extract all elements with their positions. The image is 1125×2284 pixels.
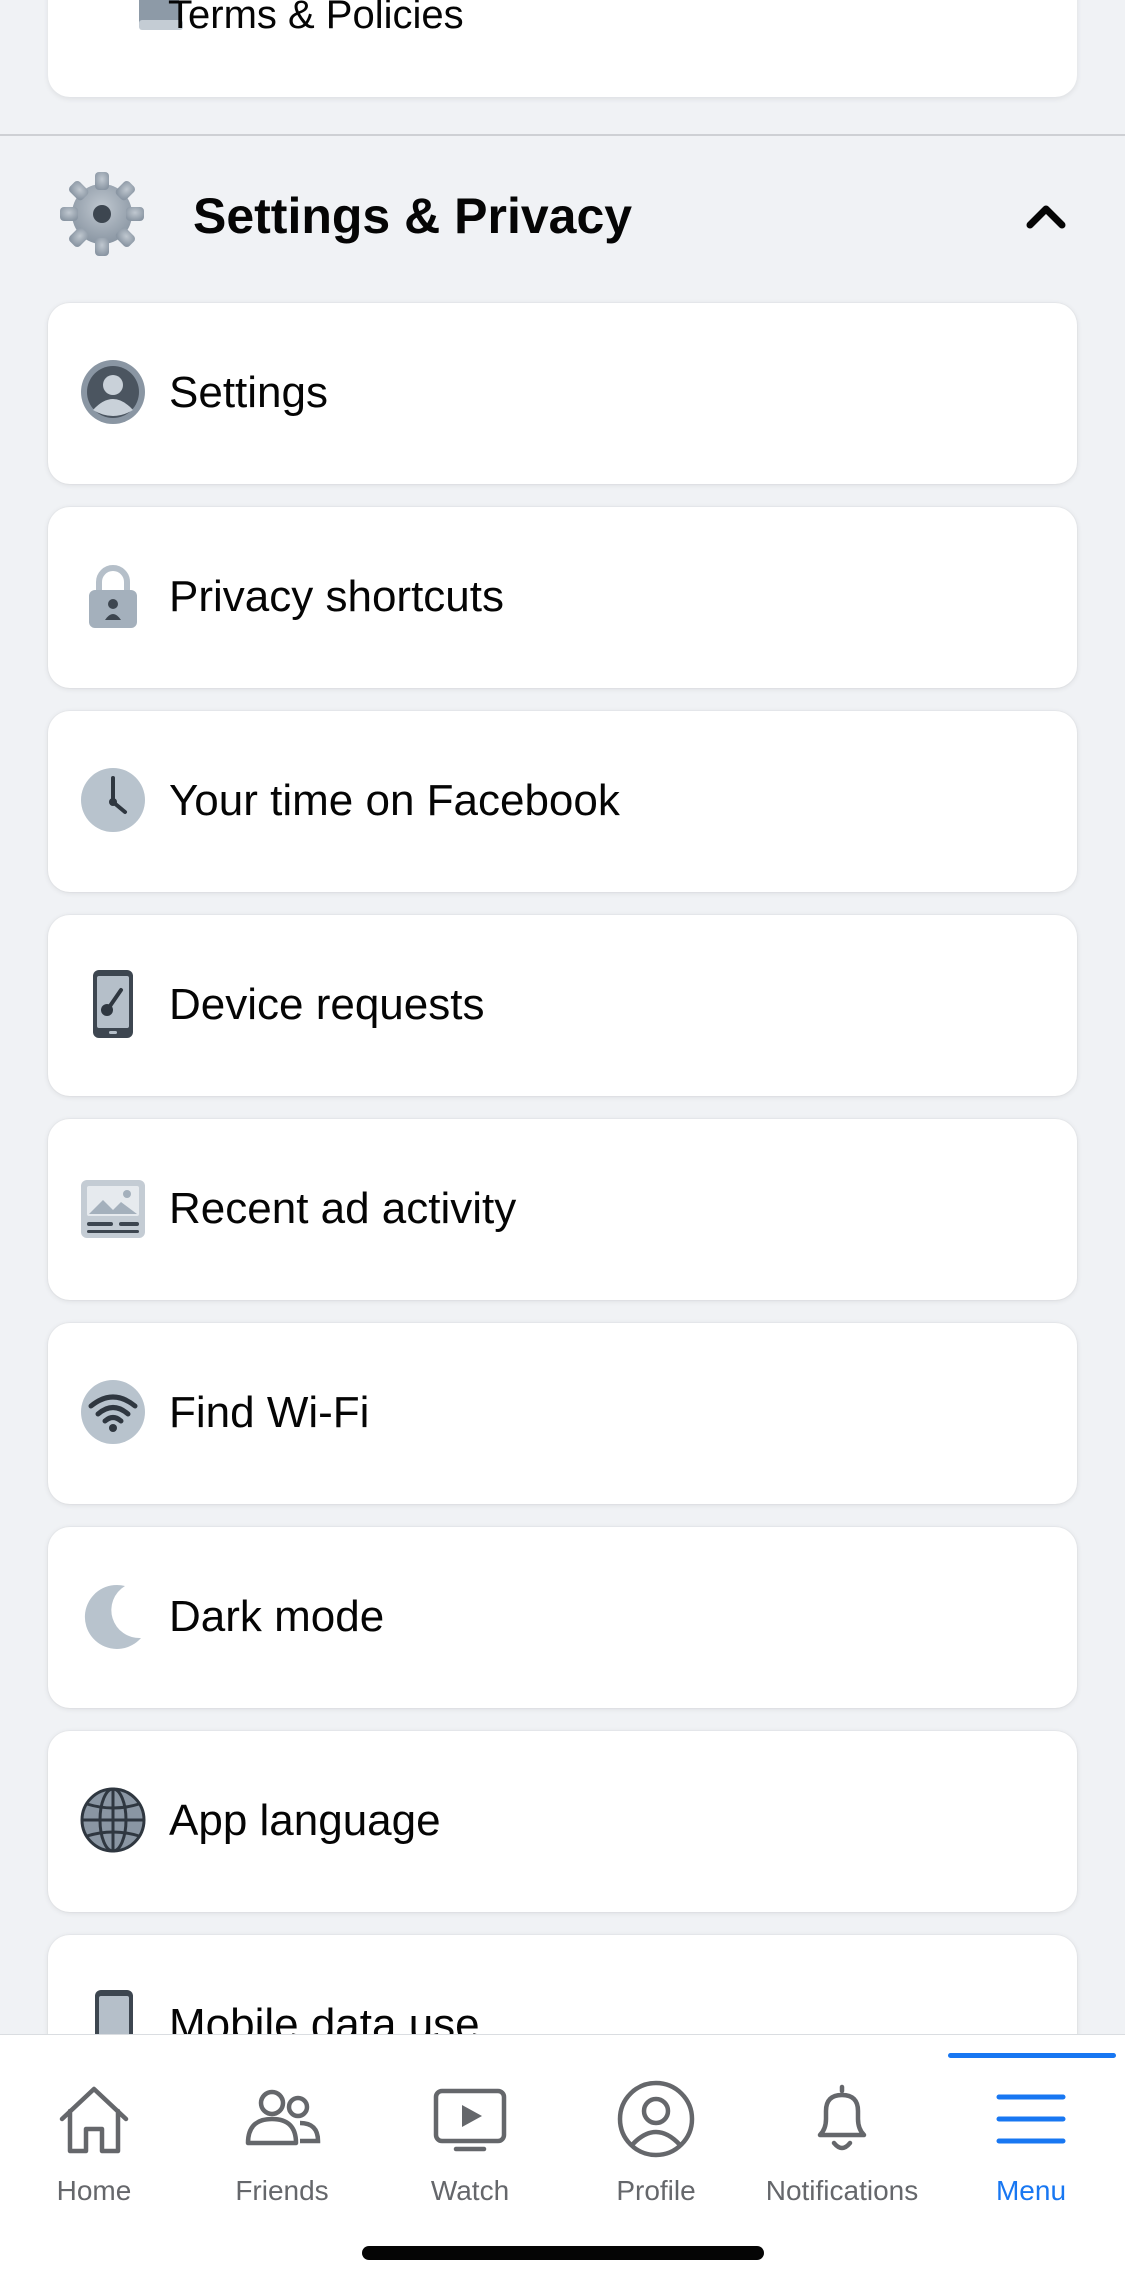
- clock-icon: [81, 768, 145, 832]
- ad-image-icon: [81, 1180, 145, 1238]
- phone-key-icon: [93, 970, 133, 1038]
- menu-item-label: Settings: [169, 368, 328, 417]
- menu-item-label: Recent ad activity: [169, 1184, 517, 1233]
- menu-item-terms-policies[interactable]: Terms & Policies: [48, 0, 1077, 97]
- menu-icon: [996, 2094, 1066, 2144]
- menu-item-settings[interactable]: Settings: [48, 303, 1077, 484]
- watch-icon: [433, 2088, 507, 2152]
- menu-item-find-wifi[interactable]: Find Wi-Fi: [48, 1323, 1077, 1504]
- lock-icon: [89, 565, 137, 628]
- tab-label: Watch: [430, 2175, 510, 2206]
- chevron-up-icon[interactable]: [1022, 195, 1070, 235]
- tab-notifications[interactable]: Notifications: [748, 2035, 936, 2235]
- home-icon: [59, 2086, 129, 2154]
- tab-label: Menu: [995, 2175, 1067, 2206]
- menu-item-privacy-shortcuts[interactable]: Privacy shortcuts: [48, 507, 1077, 688]
- tab-home[interactable]: Home: [0, 2035, 188, 2235]
- home-indicator[interactable]: [362, 2246, 764, 2260]
- menu-item-label: Terms & Policies: [168, 0, 464, 37]
- tab-label: Notifications: [765, 2175, 919, 2206]
- menu-item-recent-ad-activity[interactable]: Recent ad activity: [48, 1119, 1077, 1300]
- settings-privacy-list: Settings Privacy shortcuts Your time on …: [48, 303, 1077, 2139]
- tab-label: Profile: [616, 2175, 696, 2206]
- menu-item-device-requests[interactable]: Device requests: [48, 915, 1077, 1096]
- tab-watch[interactable]: Watch: [376, 2035, 564, 2235]
- friends-icon: [245, 2089, 321, 2146]
- tab-label: Home: [56, 2175, 132, 2206]
- profile-icon: [617, 2080, 695, 2158]
- moon-icon: [84, 1584, 141, 1649]
- menu-item-dark-mode[interactable]: Dark mode: [48, 1527, 1077, 1708]
- menu-item-your-time-on-facebook[interactable]: Your time on Facebook: [48, 711, 1077, 892]
- section-title: Settings & Privacy: [193, 188, 633, 244]
- menu-item-label: App language: [169, 1796, 441, 1845]
- wifi-icon: [81, 1380, 145, 1444]
- menu-item-label: Dark mode: [169, 1592, 385, 1641]
- tab-label: Friends: [235, 2175, 329, 2206]
- tab-profile[interactable]: Profile: [562, 2035, 750, 2235]
- menu-item-label: Device requests: [169, 980, 485, 1029]
- menu-item-label: Your time on Facebook: [169, 776, 620, 825]
- gear-icon: [60, 172, 144, 256]
- tab-friends[interactable]: Friends: [188, 2035, 376, 2235]
- globe-icon: [80, 1787, 146, 1853]
- person-icon: [81, 360, 145, 424]
- menu-item-app-language[interactable]: App language: [48, 1731, 1077, 1912]
- section-divider: [0, 134, 1125, 136]
- settings-privacy-menu-page: Terms & Policies Settings & Privacy Sett…: [0, 0, 1125, 2284]
- tab-menu[interactable]: Menu: [937, 2035, 1125, 2235]
- menu-item-label: Find Wi-Fi: [169, 1388, 370, 1437]
- settings-privacy-section-header[interactable]: Settings & Privacy: [0, 150, 1125, 280]
- menu-item-label: Privacy shortcuts: [169, 572, 504, 621]
- bell-icon: [817, 2084, 867, 2151]
